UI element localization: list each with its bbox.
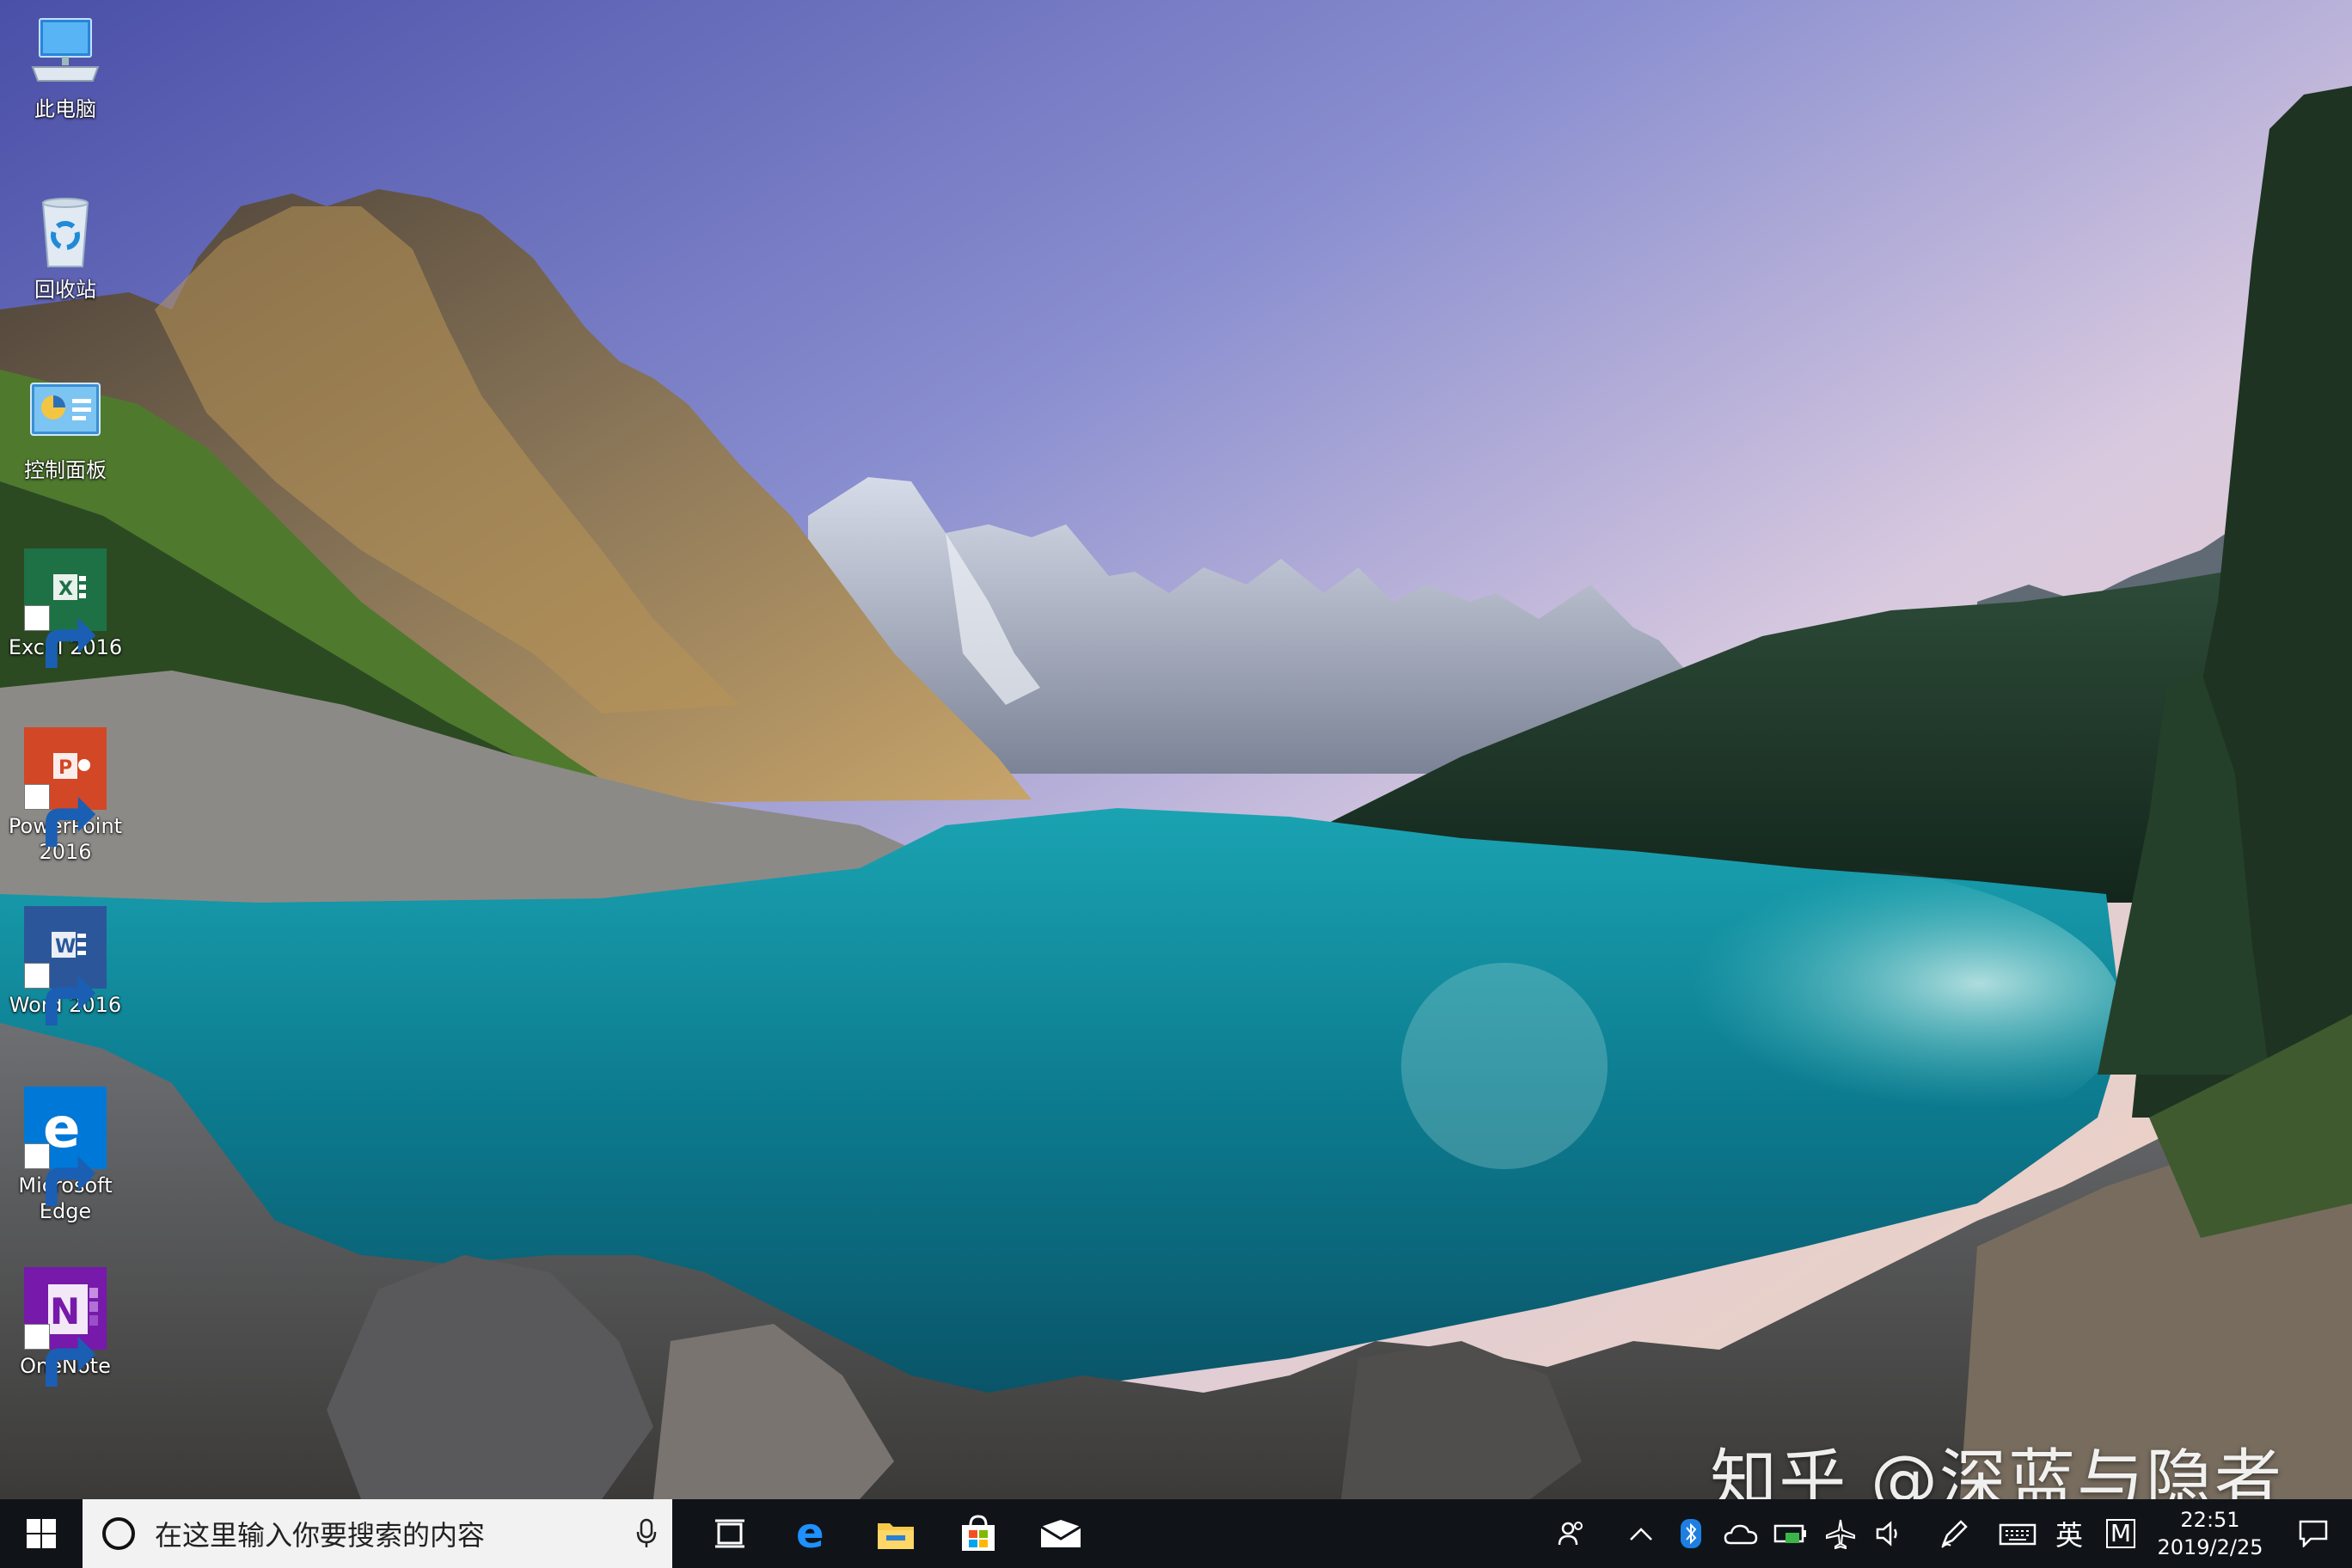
pen-workspace-tray-button[interactable] (1929, 1499, 1979, 1568)
shortcut-arrow-icon (24, 963, 96, 1026)
volume-icon (1876, 1521, 1897, 1547)
volume-tray-button[interactable] (1865, 1499, 1915, 1568)
microphone-icon[interactable] (621, 1508, 672, 1559)
notification-icon (2299, 1520, 2328, 1547)
store-icon (962, 1515, 995, 1551)
desktop-icon-excel[interactable]: X Excel 2016 (7, 548, 124, 668)
start-button[interactable] (0, 1499, 83, 1568)
ime-mode-label: M (2105, 1519, 2136, 1548)
airplane-icon (1826, 1519, 1855, 1549)
action-center-button[interactable] (2275, 1499, 2352, 1568)
clock[interactable]: 22:51 2019/2/25 (2146, 1499, 2275, 1568)
battery-tray-button[interactable] (1766, 1499, 1816, 1568)
onedrive-tray-button[interactable] (1716, 1499, 1766, 1568)
chevron-up-icon (1630, 1528, 1652, 1540)
taskbar: 在这里输入你要搜索的内容 e 英 M 22:51 2019/2/25 (0, 1499, 2352, 1568)
svg-text:e: e (796, 1515, 824, 1553)
desktop-icon-recycle-bin[interactable]: 回收站 (7, 191, 124, 303)
clock-date: 2019/2/25 (2157, 1535, 2263, 1559)
control-panel-icon (24, 371, 107, 454)
shortcut-arrow-icon (24, 784, 96, 847)
search-placeholder: 在这里输入你要搜索的内容 (155, 1519, 486, 1552)
this-pc-icon (24, 10, 107, 93)
keyboard-icon (1999, 1523, 2037, 1546)
desktop-icon-edge[interactable]: e Microsoft Edge (7, 1087, 124, 1224)
excel-icon: X (24, 548, 107, 668)
onenote-icon: N (24, 1267, 107, 1387)
desktop-icon-label: 此电脑 (34, 97, 96, 121)
windows-logo-icon (27, 1519, 56, 1548)
taskbar-store-button[interactable] (937, 1499, 1020, 1568)
touch-keyboard-tray-button[interactable] (1993, 1499, 2043, 1568)
ime-mode-button[interactable]: M (2096, 1499, 2146, 1568)
taskbar-edge-button[interactable]: e (772, 1499, 854, 1568)
search-box[interactable]: 在这里输入你要搜索的内容 (83, 1499, 672, 1568)
task-view-button[interactable] (689, 1499, 772, 1568)
recycle-bin-icon (24, 191, 107, 273)
desktop-icon-label: 控制面板 (24, 458, 107, 482)
edge-icon: e (796, 1515, 824, 1553)
desktop-icon-this-pc[interactable]: 此电脑 (7, 10, 124, 122)
desktop-icon-onenote[interactable]: N OneNote (7, 1267, 124, 1387)
airplane-mode-tray-button[interactable] (1816, 1499, 1865, 1568)
clock-time: 22:51 (2180, 1508, 2240, 1532)
desktop-icon-label: 回收站 (34, 278, 96, 302)
desktop-icon-word[interactable]: W Word 2016 (7, 906, 124, 1026)
mail-icon (1040, 1520, 1081, 1547)
svg-text:W: W (55, 936, 76, 958)
input-language-button[interactable]: 英 (2043, 1499, 2096, 1568)
show-hidden-icons-button[interactable] (1616, 1499, 1666, 1568)
people-button[interactable] (1547, 1499, 1597, 1568)
onedrive-icon (1724, 1524, 1758, 1545)
file-explorer-icon (878, 1523, 914, 1549)
desktop-wallpaper (0, 0, 2352, 1499)
people-icon (1558, 1522, 1583, 1546)
powerpoint-icon: P (24, 727, 107, 847)
shortcut-arrow-icon (24, 1143, 96, 1206)
battery-icon (1773, 1524, 1806, 1543)
bluetooth-icon (1681, 1519, 1701, 1548)
word-icon: W (24, 906, 107, 1026)
pen-icon (1941, 1520, 1968, 1548)
edge-icon: e (24, 1087, 107, 1206)
shortcut-arrow-icon (24, 605, 96, 668)
taskbar-mail-button[interactable] (1020, 1499, 1102, 1568)
cortana-icon (102, 1517, 135, 1550)
task-view-icon (715, 1519, 744, 1548)
desktop-icon-control-panel[interactable]: 控制面板 (7, 371, 124, 483)
taskbar-file-explorer-button[interactable] (854, 1499, 937, 1568)
system-tray: 英 M 22:51 2019/2/25 (1547, 1499, 2352, 1568)
shortcut-arrow-icon (24, 1324, 96, 1387)
input-language-label: 英 (2055, 1519, 2083, 1552)
svg-text:P: P (58, 757, 72, 779)
bluetooth-tray-button[interactable] (1666, 1499, 1716, 1568)
svg-text:X: X (58, 579, 73, 600)
desktop-icon-powerpoint[interactable]: P PowerPoint 2016 (7, 727, 124, 865)
